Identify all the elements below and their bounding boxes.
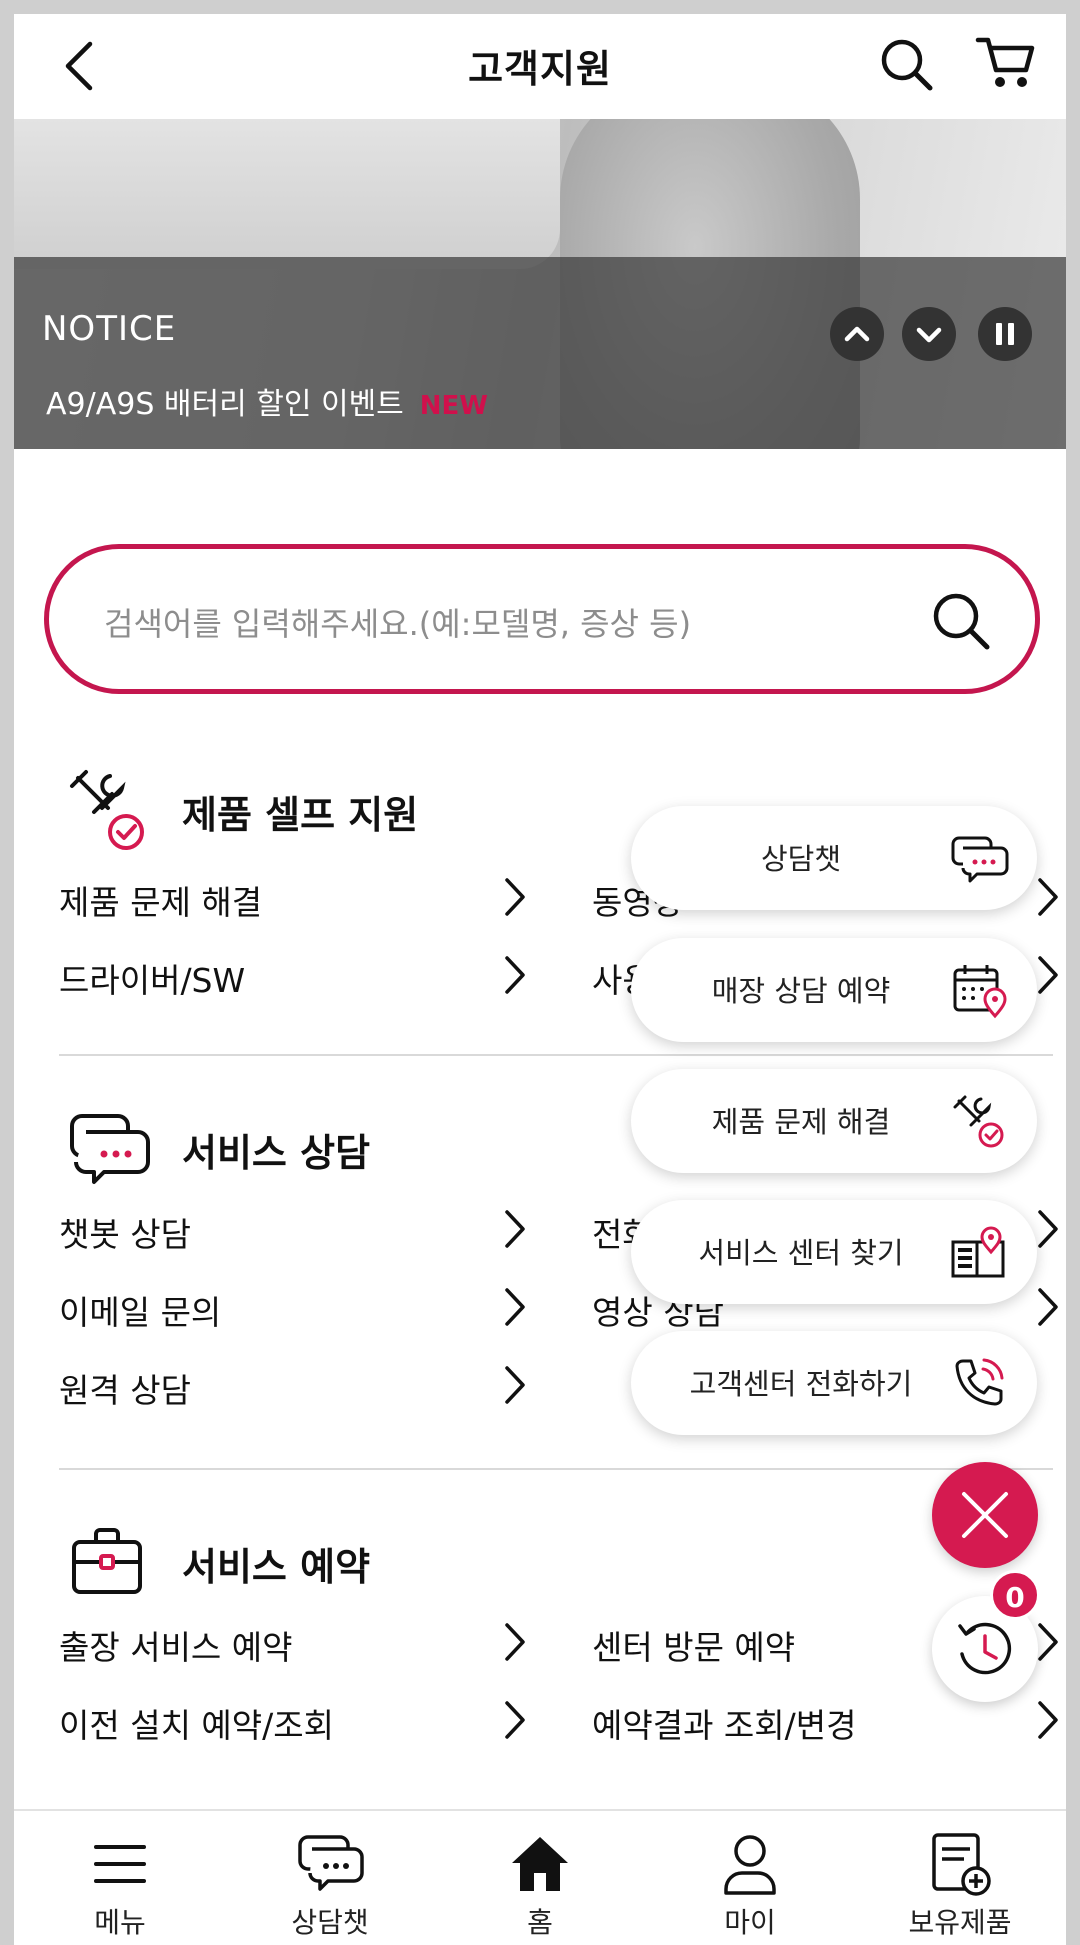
nav-chat[interactable]: 상담챗 [230,1811,430,1945]
notice-text[interactable]: A9/A9S 배터리 할인 이벤트 NEW [46,379,488,423]
link-booking-result[interactable]: 예약결과 조회/변경 [592,1695,1062,1745]
search-icon[interactable] [876,34,936,94]
calendar-pin-icon [953,965,1007,1019]
product-add-icon [932,1833,991,1896]
link-label: 이전 설치 예약/조회 [59,1706,334,1745]
link-product-troubleshoot[interactable]: 제품 문제 해결 [59,872,529,922]
chevron-right-icon [1038,1288,1058,1326]
nav-home[interactable]: 홈 [440,1811,640,1945]
nav-label: 메뉴 [94,1906,146,1939]
chevron-right-icon [1038,878,1058,916]
search-field[interactable]: 검색어를 입력해주세요.(예:모델명, 증상 등) [44,544,1040,694]
store-pin-icon [951,1226,1005,1278]
link-label: 센터 방문 예약 [592,1628,796,1667]
tools-check-icon [70,770,144,850]
fab-troubleshoot-button[interactable]: 제품 문제 해결 [631,1069,1037,1173]
link-label: 드라이버/SW [59,961,246,1000]
history-count-badge: 0 [990,1570,1040,1620]
chevron-right-icon [505,1288,525,1326]
link-chatbot[interactable]: 챗봇 상담 [59,1204,529,1254]
nav-my[interactable]: 마이 [650,1811,850,1945]
notice-prev-button[interactable] [830,307,884,361]
search-icon[interactable] [929,589,993,653]
new-badge: NEW [419,391,488,421]
link-label: 원격 상담 [59,1371,191,1410]
chevron-down-icon [916,327,942,343]
section-divider [59,1468,1053,1470]
top-header: 고객지원 [14,14,1066,119]
link-home-service[interactable]: 출장 서비스 예약 [59,1617,529,1667]
home-icon [512,1837,568,1891]
nav-label: 마이 [724,1906,776,1939]
chat-icon [951,836,1009,883]
fab-label: 고객센터 전화하기 [689,1367,913,1401]
link-label: 제품 문제 해결 [59,883,263,922]
chevron-right-icon [1038,1701,1058,1739]
chevron-right-icon [1038,1210,1058,1248]
notice-next-button[interactable] [902,307,956,361]
phone-icon [955,1358,1004,1406]
notice-title: A9/A9S 배터리 할인 이벤트 [46,387,404,422]
fab-chat-button[interactable]: 상담챗 [631,806,1037,910]
notice-banner[interactable]: NOTICE A9/A9S 배터리 할인 이벤트 NEW [14,119,1066,449]
chevron-right-icon [505,956,525,994]
link-label: 이메일 문의 [59,1293,222,1332]
pause-icon [996,323,1014,345]
chevron-right-icon [505,1623,525,1661]
chat-icon [298,1835,364,1891]
link-relocation[interactable]: 이전 설치 예약/조회 [59,1695,529,1745]
link-driver-sw[interactable]: 드라이버/SW [59,950,529,1000]
link-remote[interactable]: 원격 상담 [59,1360,529,1410]
banner-image-sofa [14,119,560,269]
fab-find-center-button[interactable]: 서비스 센터 찾기 [631,1200,1037,1304]
nav-label: 보유제품 [908,1906,1012,1939]
nav-menu[interactable]: 메뉴 [20,1811,220,1945]
section-title: 서비스 예약 [182,1545,371,1589]
chevron-right-icon [505,1210,525,1248]
fab-label: 매장 상담 예약 [711,974,891,1008]
hamburger-icon [94,1845,146,1883]
cart-icon[interactable] [974,32,1038,92]
app-screen: 고객지원 NOTICE A9/A9S 배터리 할인 이벤트 NEW 검색어를 입… [14,14,1066,1945]
close-icon [962,1492,1008,1538]
section-title: 서비스 상담 [182,1131,371,1175]
section-divider [59,1054,1053,1056]
toolbox-icon [72,1528,142,1594]
link-label: 챗봇 상담 [59,1215,191,1254]
link-label: 예약결과 조회/변경 [592,1706,857,1745]
notice-pause-button[interactable] [978,307,1032,361]
chevron-right-icon [505,1366,525,1404]
link-label: 출장 서비스 예약 [59,1628,293,1667]
fab-call-center-button[interactable]: 고객센터 전화하기 [631,1331,1037,1435]
notice-label: NOTICE [42,309,177,349]
nav-label: 상담챗 [291,1906,369,1939]
nav-label: 홈 [527,1906,553,1939]
link-email[interactable]: 이메일 문의 [59,1282,529,1332]
user-icon [724,1835,776,1895]
chevron-right-icon [505,1701,525,1739]
fab-label: 제품 문제 해결 [711,1105,891,1139]
search-placeholder: 검색어를 입력해주세요.(예:모델명, 증상 등) [104,605,692,643]
fab-store-booking-button[interactable]: 매장 상담 예약 [631,938,1037,1042]
fab-close-button[interactable] [932,1462,1038,1568]
bottom-navigation: 메뉴 상담챗 홈 마이 보유제품 [14,1809,1066,1945]
chevron-right-icon [1038,1623,1058,1661]
fab-label: 서비스 센터 찾기 [698,1236,904,1270]
chat-icon [70,1114,150,1184]
section-title: 제품 셀프 지원 [182,793,419,837]
chevron-up-icon [844,326,870,342]
tools-check-icon [953,1095,1004,1148]
chevron-right-icon [1038,956,1058,994]
nav-my-products[interactable]: 보유제품 [860,1811,1060,1945]
chevron-right-icon [505,878,525,916]
fab-label: 상담챗 [760,842,842,876]
